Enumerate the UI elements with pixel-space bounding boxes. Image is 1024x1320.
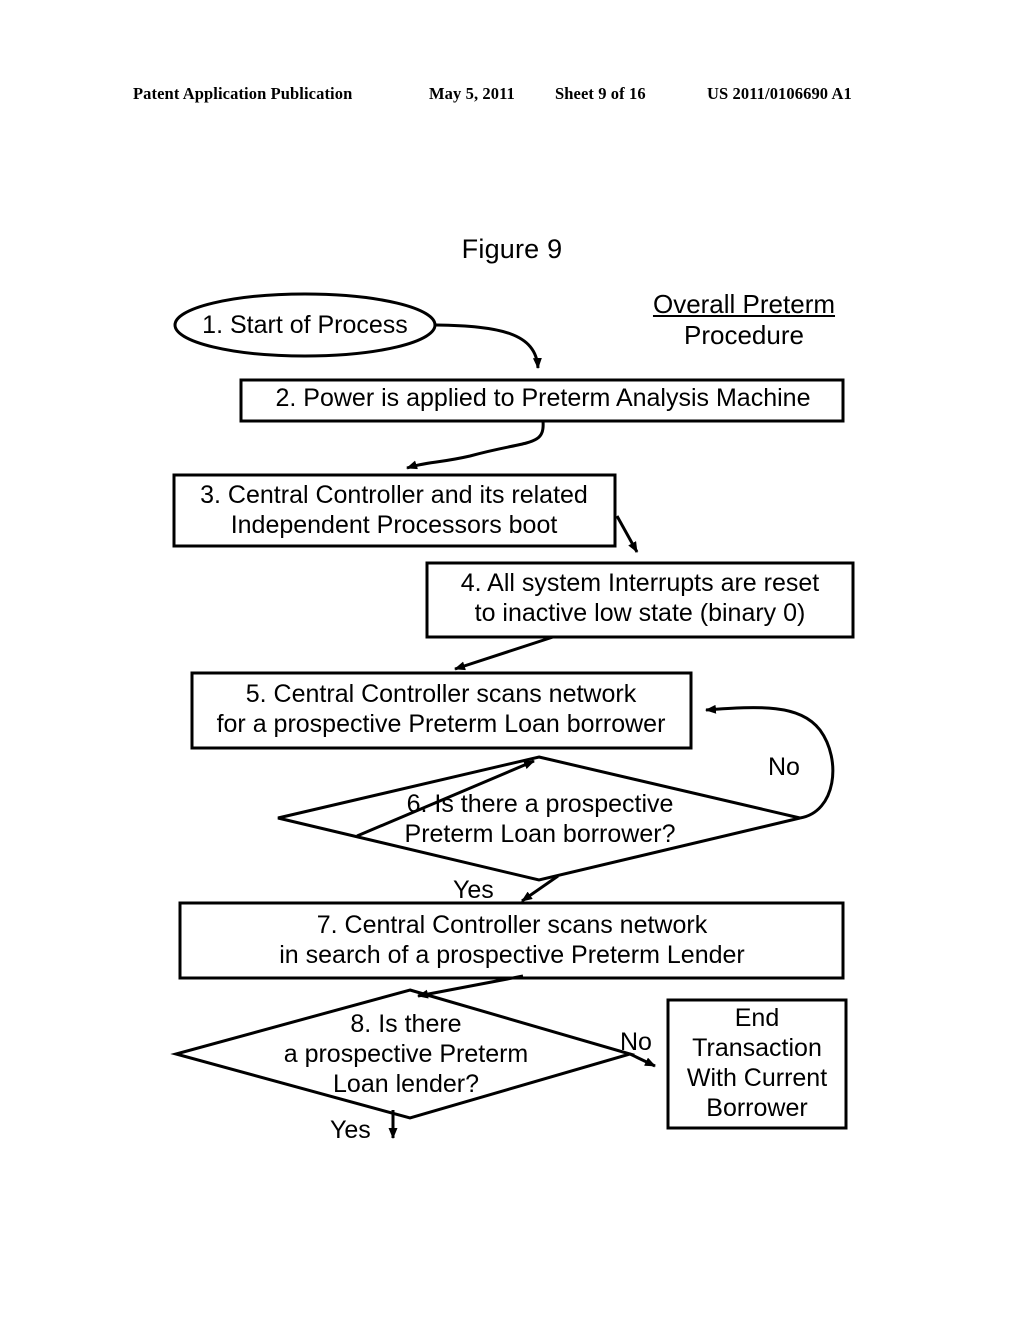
edge-label-no-decision-8: No bbox=[620, 1028, 652, 1056]
node-scan-borrower-label: 5. Central Controller scans network for … bbox=[216, 680, 666, 738]
node-controller-boot-label: 3. Central Controller and its related In… bbox=[200, 481, 588, 539]
flowchart-canvas bbox=[170, 292, 855, 1139]
node-power-applied-label: 2. Power is applied to Preterm Analysis … bbox=[275, 384, 811, 412]
node-start-of-process-label: 1. Start of Process bbox=[202, 311, 408, 339]
node-decision-lender-label: 8. Is there a prospective Preterm Loan l… bbox=[283, 1010, 529, 1098]
node-decision-borrower-label: 6. Is there a prospective Preterm Loan b… bbox=[404, 790, 676, 848]
edge-label-no-decision-6: No bbox=[768, 753, 800, 781]
edge-2-to-3 bbox=[406, 420, 545, 470]
edge-label-yes-decision-8: Yes bbox=[330, 1116, 371, 1144]
edge-label-yes-decision-6: Yes bbox=[453, 876, 494, 904]
node-interrupts-reset-label: 4. All system Interrupts are reset to in… bbox=[460, 569, 820, 627]
node-end-transaction-label: End Transaction With Current Borrower bbox=[686, 1004, 828, 1122]
edge-1-to-2 bbox=[435, 323, 542, 369]
node-scan-lender-label: 7. Central Controller scans network in s… bbox=[279, 911, 745, 969]
edge-3-to-4 bbox=[615, 515, 639, 553]
edge-4-to-5 bbox=[454, 635, 554, 671]
